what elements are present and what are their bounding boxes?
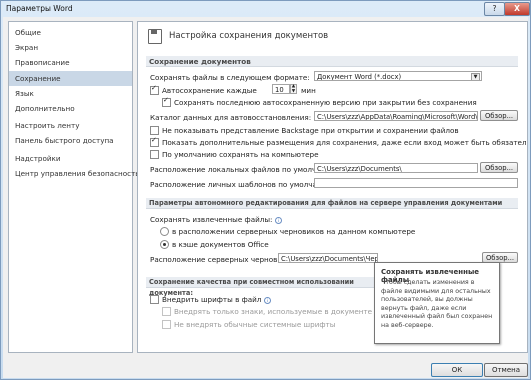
sidebar-item-quick-access-toolbar[interactable]: Панель быстрого доступа [9,133,132,148]
autorecover-path-input[interactable]: C:\Users\zzz\AppData\Roaming\Microsoft\W… [314,111,478,121]
section-quality: Сохранение качества при совместном испол… [146,277,374,297]
default-save-local-label: По умолчанию сохранять на компьютере [162,150,319,159]
sidebar-item-display[interactable]: Экран [9,40,132,55]
local-files-browse-button[interactable]: Обзор... [480,162,518,173]
embed-fonts-checkbox[interactable] [150,295,159,304]
autosave-checkbox[interactable] [150,84,159,95]
save-checked-out-row: Сохранять извлеченные файлы: i [150,215,282,224]
save-format-value: Документ Word (*.docx) [317,73,402,81]
sidebar-item-general[interactable]: Общие [9,25,132,40]
section-offline-editing: Параметры автономного редактирования для… [146,198,518,209]
options-sidebar: Общие Экран Правописание Сохранение Язык… [8,21,146,353]
local-files-default-label: Расположение локальных файлов по умолчан… [150,165,339,174]
title-bar: Параметры Word ? X [1,1,530,17]
autosave-unit-label: мин [301,86,316,95]
save-format-label: Сохранять файлы в следующем формате: [150,73,310,82]
sidebar-item-save[interactable]: Сохранение [9,70,132,86]
autosave-minutes-input[interactable]: 10 [272,84,290,94]
sidebar-item-add-ins[interactable]: Надстройки [9,151,132,166]
save-options-panel: Настройка сохранения документов Сохранен… [137,21,528,353]
radio-server-drafts[interactable] [160,227,169,236]
server-drafts-label: Расположение серверных черновиков: [150,255,298,264]
sidebar-item-customize-ribbon[interactable]: Настроить ленту [9,118,132,133]
default-save-local-checkbox[interactable] [150,150,159,159]
window-title: Параметры Word [6,4,73,13]
info-icon: i [263,296,271,304]
no-common-fonts-label: Не внедрять обычные системные шрифты [174,320,336,329]
embed-fonts-label: Внедрить шрифты в файл [162,295,262,304]
keep-last-autosave-checkbox[interactable] [162,96,171,107]
section-save-documents: Сохранение документов [146,56,518,67]
info-icon: i [274,216,282,224]
autorecover-label: Каталог данных для автовосстановления: [150,113,312,122]
ok-button[interactable]: ОК [431,363,483,377]
autorecover-browse-button[interactable]: Обзор... [480,110,518,121]
save-icon [148,29,162,44]
no-backstage-label: Не показывать представление Backstage пр… [162,126,459,135]
page-title: Настройка сохранения документов [169,31,329,41]
sidebar-item-proofing[interactable]: Правописание [9,55,132,70]
save-checked-out-label: Сохранять извлеченные файлы: [150,215,273,224]
close-button[interactable]: X [504,2,530,16]
chevron-down-icon: ▼ [471,73,480,80]
sidebar-item-advanced[interactable]: Дополнительно [9,101,132,116]
keep-last-autosave-label: Сохранять последнюю автосохраненную верс… [174,98,477,107]
no-common-fonts-checkbox[interactable] [162,320,171,329]
server-drafts-path-input[interactable]: C:\Users\zzz\Documents\Черно [278,253,378,263]
autosave-label: Автосохранение каждые [162,86,257,95]
show-extra-locations-checkbox[interactable] [150,136,159,147]
show-extra-locations-label: Показать дополнительные размещения для с… [162,138,528,147]
local-files-path-input[interactable]: C:\Users\zzz\Documents\ [314,163,478,173]
sidebar-item-trust-center[interactable]: Центр управления безопасностью [9,166,146,181]
personal-templates-input[interactable] [314,178,518,188]
no-backstage-checkbox[interactable] [150,126,159,135]
tooltip: Сохранять извлеченные файлы Чтобы сделат… [374,262,500,344]
embed-used-chars-checkbox[interactable] [162,307,171,316]
sidebar-item-language[interactable]: Язык [9,86,132,101]
autosave-spinner[interactable]: ▲ ▼ [290,84,297,94]
tooltip-body: Чтобы сделать изменения в файле видимыми… [381,279,493,329]
help-button[interactable]: ? [484,2,505,16]
cancel-button[interactable]: Отмена [484,363,528,377]
dialog-client-area: Общие Экран Правописание Сохранение Язык… [3,17,528,378]
embed-fonts-row: Внедрить шрифты в файл i [162,295,271,304]
radio-office-cache[interactable] [160,240,169,249]
personal-templates-label: Расположение личных шаблонов по умолчани… [150,180,335,189]
word-options-window: Параметры Word ? X Общие Экран Правописа… [0,0,531,380]
save-format-select[interactable]: Документ Word (*.docx) ▼ [314,71,482,81]
radio-office-cache-label: в кэше документов Office [172,240,269,249]
radio-server-drafts-label: в расположении серверных черновиков на д… [172,227,416,236]
